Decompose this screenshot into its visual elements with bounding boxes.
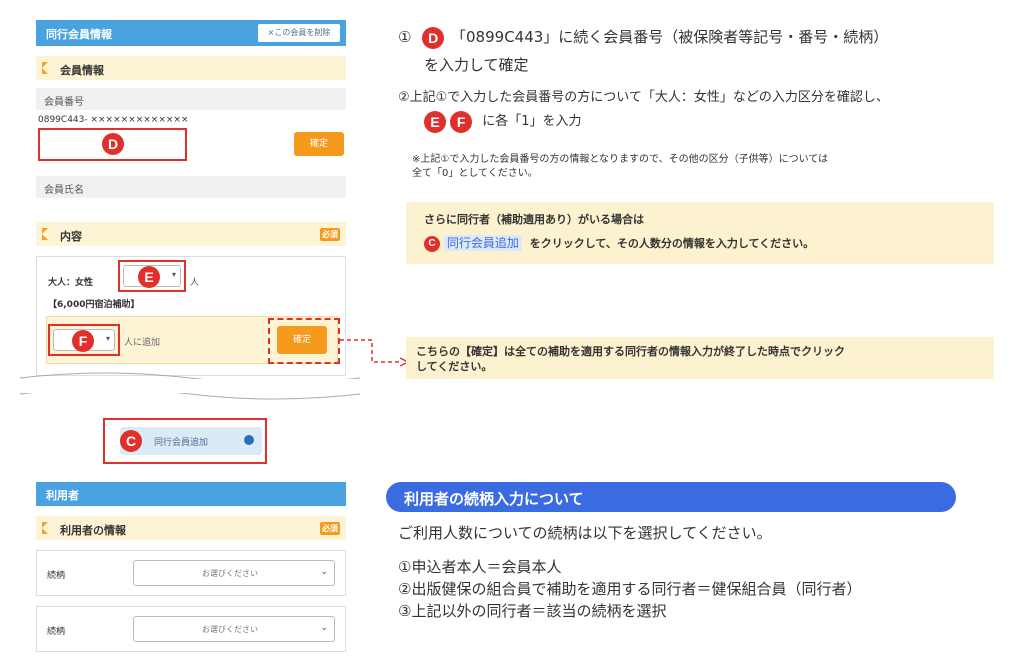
step1-line1: ① D 「0899C443」に続く会員番号（被保険者等記号・番号・続柄） — [398, 26, 888, 49]
relation-select-placeholder: お選びください — [202, 569, 258, 578]
adult-female-select[interactable]: ▾ E — [118, 260, 186, 292]
relation-select-placeholder: お選びください — [202, 625, 258, 634]
chevron-down-icon: ▾ — [105, 334, 110, 343]
member-no-prefix: 0899C443- ××××××××××××× — [38, 115, 189, 125]
member-name-row: 会員氏名 — [36, 176, 346, 198]
member-info-title: 会員情報 — [60, 64, 104, 77]
confirm-member-label: 確定 — [309, 139, 328, 149]
callout-confirm: こちらの【確定】は全ての補助を適用する同行者の情報入力が終了した時点でクリック … — [406, 337, 994, 379]
relation-info-item-3: ③上記以外の同行者＝該当の続柄を選択 — [398, 602, 667, 620]
subsidy-label: 【6,000円宿泊補助】 — [48, 300, 140, 310]
step2-text: ②上記①で入力した会員番号の方について「大人：女性」などの入力区分を確認し、 — [398, 90, 889, 105]
callout1-line2: C 同行会員追加 をクリックして、その人数分の情報を入力してください。 — [424, 234, 814, 252]
users-header: 利用者 — [36, 482, 346, 506]
break-divider — [20, 372, 360, 400]
confirm-all-button[interactable]: 確定 — [277, 326, 327, 354]
flag-icon — [42, 522, 48, 534]
chevron-down-icon: ⌄ — [320, 567, 328, 577]
flag-icon — [42, 228, 48, 240]
confirm-member-button[interactable]: 確定 — [294, 132, 344, 156]
marker-c: C — [120, 430, 142, 452]
add-companion-label: 同行会員追加 — [154, 438, 209, 448]
users-section: 利用者の情報 必須 — [36, 516, 346, 540]
relation-select[interactable]: お選びください ⌄ — [133, 616, 335, 642]
required-badge: 必須 — [320, 522, 340, 535]
note-line1: ※上記①で入力した会員番号の方の情報となりますので、その他の区分（子供等）につい… — [412, 154, 829, 165]
relation-info-intro: ご利用人数についての続柄は以下を選択してください。 — [398, 524, 772, 542]
add-to-person-label: 人に追加 — [124, 338, 161, 348]
content-section: 内容 必須 — [36, 222, 346, 246]
relation-select[interactable]: お選びください ⌄ — [133, 560, 335, 586]
step1-text: 「0899C443」に続く会員番号（被保険者等記号・番号・続柄） — [451, 28, 889, 46]
person-unit: 人 — [190, 278, 200, 288]
step1-num: ① — [398, 28, 412, 46]
relation-row-1: 続柄 お選びください ⌄ — [36, 550, 346, 596]
subsidy-count-select[interactable]: ▾ F — [48, 324, 120, 356]
callout-connector — [340, 339, 410, 367]
member-info-section: 会員情報 — [36, 56, 346, 80]
users-header-title: 利用者 — [46, 489, 79, 502]
relation-info-title: 利用者の続柄入力について — [404, 490, 584, 508]
relation-row-2: 続柄 お選びください ⌄ — [36, 606, 346, 652]
content-title: 内容 — [60, 230, 82, 243]
companion-header: 同行会員情報 ×この会員を削除 — [36, 20, 346, 46]
companion-header-title: 同行会員情報 — [46, 28, 112, 41]
flag-icon — [42, 62, 48, 74]
delete-member-label: ×この会員を削除 — [267, 28, 331, 37]
member-no-label: 会員番号 — [44, 97, 84, 108]
chevron-down-icon: ▾ — [171, 270, 176, 279]
callout1-line1: さらに同行者（補助適用あり）がいる場合は — [424, 213, 644, 226]
relation-info-title-bar: 利用者の続柄入力について — [386, 482, 956, 512]
step2-line2: E F に各「1」を入力 — [424, 110, 582, 133]
member-no-label-row: 会員番号 — [36, 88, 346, 110]
required-badge: 必須 — [320, 228, 340, 241]
adult-female-label: 大人：女性 — [48, 278, 94, 288]
marker-e-inline: E — [424, 110, 446, 133]
marker-e: E — [138, 266, 160, 288]
users-section-title: 利用者の情報 — [60, 524, 126, 537]
relation-info-item-1: ①申込者本人＝会員本人 — [398, 558, 562, 576]
relation-info-item-2: ②出版健保の組合員で補助を適用する同行者＝健保組合員（同行者） — [398, 580, 862, 598]
callout1-button-label: 同行会員追加 — [443, 235, 522, 251]
callout-add-companion: さらに同行者（補助適用あり）がいる場合は C 同行会員追加 をクリックして、その… — [406, 202, 994, 264]
delete-member-button[interactable]: ×この会員を削除 — [258, 24, 340, 42]
step2-text2: に各「1」を入力 — [482, 114, 582, 129]
chevron-down-icon: ⌄ — [320, 623, 328, 633]
confirm-all-label: 確定 — [292, 335, 311, 345]
marker-f-inline: F — [450, 110, 473, 133]
marker-c-inline: C — [424, 236, 440, 252]
step1-text2: を入力して確定 — [424, 56, 529, 74]
relation-label: 続柄 — [47, 627, 66, 637]
circle-arrow-icon — [244, 435, 254, 445]
member-name-label: 会員氏名 — [44, 185, 84, 196]
marker-f: F — [72, 330, 94, 352]
callout2-line1: こちらの【確定】は全ての補助を適用する同行者の情報入力が終了した時点でクリック — [416, 345, 845, 358]
marker-d-inline: D — [422, 26, 445, 49]
member-no-input[interactable]: D — [38, 128, 187, 161]
note-line2: 全て「0」としてください。 — [412, 168, 538, 179]
callout2-line2: してください。 — [416, 360, 493, 373]
marker-d: D — [102, 133, 124, 155]
relation-label: 続柄 — [47, 571, 66, 581]
callout1-text: をクリックして、その人数分の情報を入力してください。 — [529, 237, 815, 250]
